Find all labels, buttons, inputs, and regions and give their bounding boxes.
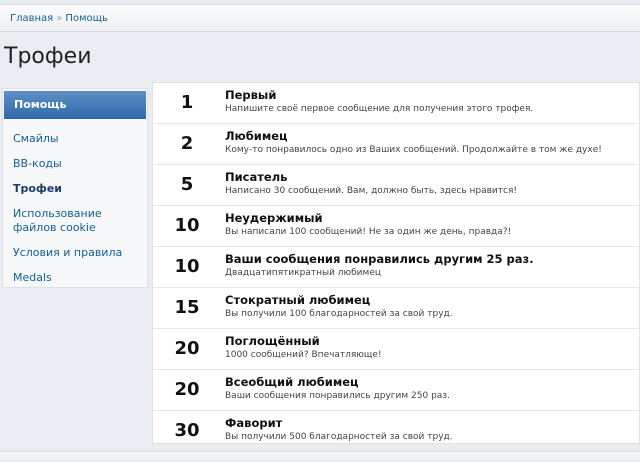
breadcrumb-home-link[interactable]: Главная (10, 13, 53, 24)
trophy-description: Вы получили 500 благодарностей за свой т… (225, 432, 453, 442)
breadcrumb-trail: Главная» Помощь (10, 13, 108, 24)
trophy-description: Вы написали 100 сообщений! Не за один же… (225, 227, 512, 237)
trophy-points: 20 (174, 379, 200, 400)
sidebar-item-terms[interactable]: Условия и правила (3, 246, 147, 260)
trophy-title: Первый (225, 88, 277, 102)
breadcrumb: Главная» Помощь (0, 4, 640, 32)
page-title: Трофеи (4, 44, 92, 69)
trophy-points: 5 (180, 174, 194, 195)
sidebar-item-medals[interactable]: Medals (3, 271, 147, 285)
trophy-description: Вы получили 100 благодарностей за свой т… (225, 309, 453, 319)
trophy-row: 30 Фаворит Вы получили 500 благодарносте… (153, 411, 639, 452)
trophy-points: 10 (174, 256, 200, 277)
trophy-title: Стократный любимец (225, 293, 371, 307)
trophy-description: Напишите своё первое сообщение для получ… (225, 104, 534, 114)
footer-bar (0, 451, 640, 462)
trophy-title: Поглощённый (225, 334, 320, 348)
sidebar-item-trophies[interactable]: Трофеи (3, 182, 147, 196)
sidebar-item-cookies-line2: файлов cookie (13, 221, 96, 234)
trophy-title: Всеобщий любимец (225, 375, 359, 389)
trophy-description: Ваши сообщения понравились другим 250 ра… (225, 391, 450, 401)
trophy-points: 1 (180, 92, 194, 113)
trophy-points: 10 (174, 215, 200, 236)
trophy-title: Любимец (225, 129, 288, 143)
sidebar-item-cookies[interactable]: Использование файлов cookie (3, 207, 147, 235)
sidebar-item-cookies-line1: Использование (13, 207, 102, 220)
trophy-title: Фаворит (225, 416, 283, 430)
trophy-row: 2 Любимец Кому-то понравилось одно из Ва… (153, 124, 639, 165)
trophy-points: 20 (174, 338, 200, 359)
help-sidebar: Помощь Смайлы BB-коды Трофеи Использован… (2, 88, 148, 288)
trophy-row: 5 Писатель Написано 30 сообщений. Вам, д… (153, 165, 639, 206)
trophy-title: Писатель (225, 170, 288, 184)
trophy-description: 1000 сообщений? Впечатляюще! (225, 350, 382, 360)
trophy-row: 10 Неудержимый Вы написали 100 сообщений… (153, 206, 639, 247)
trophy-title: Неудержимый (225, 211, 323, 225)
trophy-points: 15 (174, 297, 200, 318)
trophy-row: 20 Всеобщий любимец Ваши сообщения понра… (153, 370, 639, 411)
trophy-row: 15 Стократный любимец Вы получили 100 бл… (153, 288, 639, 329)
trophy-row: 1 Первый Напишите своё первое сообщение … (153, 83, 639, 124)
breadcrumb-help-link[interactable]: Помощь (65, 13, 108, 24)
breadcrumb-separator: » (56, 13, 63, 24)
trophy-row: 10 Ваши сообщения понравились другим 25 … (153, 247, 639, 288)
sidebar-item-help[interactable]: Помощь (4, 91, 146, 119)
trophy-description: Кому-то понравилось одно из Ваших сообще… (225, 145, 602, 155)
trophy-title: Ваши сообщения понравились другим 25 раз… (225, 252, 534, 266)
trophy-row: 20 Поглощённый 1000 сообщений? Впечатляю… (153, 329, 639, 370)
trophy-points: 30 (174, 420, 200, 441)
sidebar-item-bbcodes[interactable]: BB-коды (3, 157, 147, 171)
trophy-list: 1 Первый Напишите своё первое сообщение … (152, 82, 640, 444)
trophy-description: Написано 30 сообщений. Вам, должно быть,… (225, 186, 517, 196)
trophy-points: 2 (180, 133, 194, 154)
trophy-description: Двадцатипятикратный любимец (225, 268, 381, 278)
sidebar-item-smilies[interactable]: Смайлы (3, 132, 147, 146)
